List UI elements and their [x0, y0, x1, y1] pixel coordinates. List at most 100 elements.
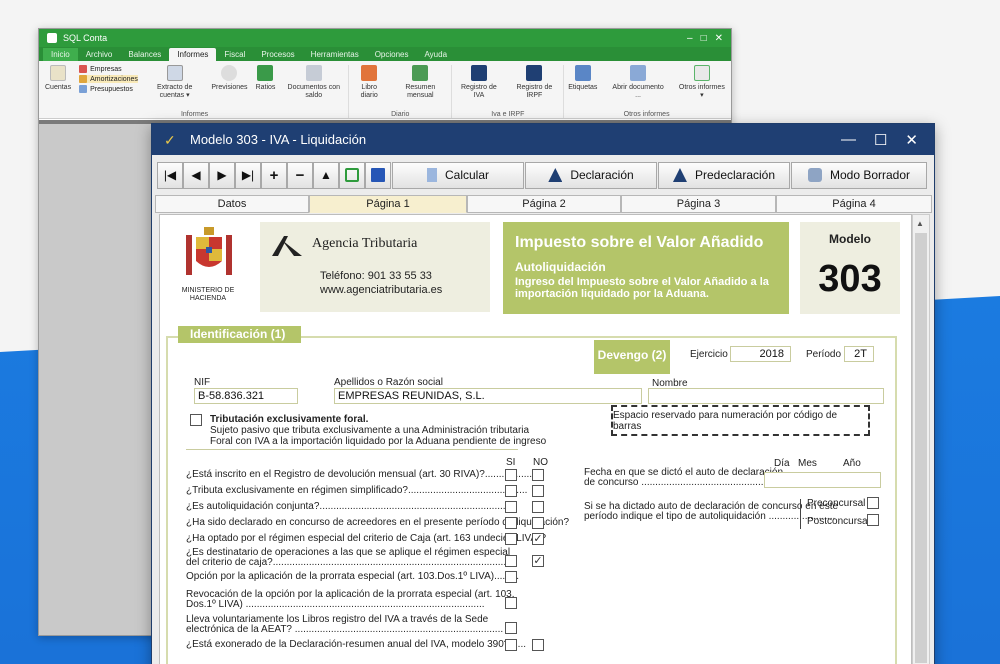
anio-label: Año [843, 458, 861, 469]
chart-icon [166, 65, 183, 81]
registro-irpf-button[interactable]: Registro de IRPF [505, 65, 563, 106]
delete-record-button[interactable]: − [287, 161, 313, 189]
si-checkbox[interactable] [505, 469, 517, 481]
presupuestos-icon [79, 85, 88, 93]
page-tabs: Datos Página 1 Página 2 Página 3 Página … [152, 195, 934, 213]
question-text: ¿Ha optado por el régimen especial del c… [186, 533, 547, 544]
ratios-button[interactable]: Ratios [252, 65, 280, 106]
save-button[interactable] [365, 161, 391, 189]
auto-label-2: período indique el tipo de autoliquidaci… [584, 511, 836, 522]
foral-checkbox[interactable] [190, 414, 202, 426]
si-checkbox[interactable] [505, 533, 517, 545]
no-checkbox[interactable]: ✓ [532, 533, 544, 545]
no-checkbox[interactable]: ✓ [532, 555, 544, 567]
postconcursal-checkbox[interactable] [867, 514, 879, 526]
fecha-field[interactable] [764, 472, 881, 488]
vertical-scrollbar[interactable]: ▲ [912, 214, 930, 664]
previsiones-button[interactable]: Previsiones [207, 65, 251, 106]
tab-datos[interactable]: Datos [155, 195, 309, 213]
menu-archivo[interactable]: Archivo [78, 48, 121, 61]
menu-herramientas[interactable]: Herramientas [303, 48, 367, 61]
periodo-field[interactable]: 2T [844, 346, 874, 362]
abrir-documento-button[interactable]: Abrir documento ... [601, 65, 674, 106]
extracto-button[interactable]: Extracto de cuentas ▾ [142, 65, 207, 106]
declaracion-button[interactable]: Declaración [525, 161, 657, 189]
scroll-up-icon[interactable]: ▲ [916, 219, 924, 228]
agencia-web: www.agenciatributaria.es [320, 284, 443, 296]
question-text: ¿Está inscrito en el Registro de devoluc… [186, 469, 535, 480]
last-record-button[interactable]: ▶| [235, 161, 261, 189]
menu-ayuda[interactable]: Ayuda [416, 48, 455, 61]
divider [186, 449, 518, 450]
menu-inicio[interactable]: Inicio [43, 48, 78, 61]
minimize-icon[interactable]: — [841, 131, 856, 149]
close-icon[interactable]: ✕ [715, 33, 723, 44]
cuentas-button[interactable]: Cuentas [41, 65, 75, 106]
si-checkbox[interactable] [505, 597, 517, 609]
si-checkbox[interactable] [505, 517, 517, 529]
razon-social-field[interactable]: EMPRESAS REUNIDAS, S.L. [334, 388, 642, 404]
libro-diario-button[interactable]: Libro diario [349, 65, 389, 106]
menu-fiscal[interactable]: Fiscal [216, 48, 253, 61]
question-text: del criterio de caja?...................… [186, 557, 509, 568]
menu-balances[interactable]: Balances [120, 48, 169, 61]
si-checkbox[interactable] [505, 555, 517, 567]
no-checkbox[interactable] [532, 485, 544, 497]
tab-pagina-2[interactable]: Página 2 [467, 195, 621, 213]
maximize-icon[interactable]: □ [701, 33, 707, 44]
documentos-button[interactable]: Documentos con saldo [279, 65, 348, 106]
si-checkbox[interactable] [505, 485, 517, 497]
next-record-button[interactable]: ▶ [209, 161, 235, 189]
documents-icon [305, 65, 322, 81]
tab-pagina-3[interactable]: Página 3 [621, 195, 776, 213]
si-checkbox[interactable] [505, 501, 517, 513]
tab-pagina-1[interactable]: Página 1 [309, 195, 467, 213]
plus-icon: + [269, 166, 279, 184]
agencia-logo-icon [526, 65, 543, 81]
resumen-mensual-button[interactable]: Resumen mensual [389, 65, 451, 106]
preconcursal-label: Preconcursal [807, 498, 866, 509]
add-record-button[interactable]: + [261, 161, 287, 189]
up-button[interactable]: ▲ [313, 161, 339, 189]
menu-opciones[interactable]: Opciones [367, 48, 417, 61]
close-icon[interactable]: ✕ [905, 131, 918, 149]
menu-procesos[interactable]: Procesos [253, 48, 302, 61]
ribbon-group-label: Iva e IRPF [491, 111, 525, 118]
registro-iva-button[interactable]: Registro de IVA [452, 65, 505, 106]
si-checkbox[interactable] [505, 571, 517, 583]
no-checkbox[interactable] [532, 501, 544, 513]
scroll-thumb[interactable] [915, 233, 927, 663]
nif-label: NIF [194, 377, 211, 388]
agencia-telefono: Teléfono: 901 33 55 33 [320, 270, 432, 282]
prev-record-button[interactable]: ◀ [183, 161, 209, 189]
maximize-icon[interactable]: ☐ [874, 131, 887, 149]
si-checkbox[interactable] [505, 639, 517, 651]
razon-social-label: Apellidos o Razón social [334, 377, 443, 388]
first-record-button[interactable]: |◀ [157, 161, 183, 189]
minimize-icon[interactable]: – [687, 33, 693, 44]
question-text: electrónica de la AEAT? ................… [186, 624, 504, 635]
no-checkbox[interactable] [532, 469, 544, 481]
no-checkbox[interactable] [532, 639, 544, 651]
empresas-button[interactable]: Empresas [79, 65, 138, 73]
menu-informes[interactable]: Informes [169, 48, 217, 61]
ejercicio-field[interactable]: 2018 [730, 346, 791, 362]
etiquetas-button[interactable]: Etiquetas [564, 65, 601, 106]
nif-field[interactable]: B-58.836.321 [194, 388, 298, 404]
calendar-icon [412, 65, 429, 81]
predeclaracion-button[interactable]: Predeclaración [658, 161, 790, 189]
no-checkbox[interactable] [532, 517, 544, 529]
tab-pagina-4[interactable]: Página 4 [776, 195, 932, 213]
presupuestos-button[interactable]: Presupuestos [79, 85, 138, 93]
agencia-logo-icon [470, 65, 487, 81]
sql-conta-titlebar: SQL Conta – □ ✕ [39, 29, 731, 47]
amortizaciones-button[interactable]: Amortizaciones [79, 75, 138, 83]
si-checkbox[interactable] [505, 622, 517, 634]
calcular-button[interactable]: Calcular [392, 161, 524, 189]
copy-button[interactable] [339, 161, 365, 189]
nombre-field[interactable] [648, 388, 884, 404]
preconcursal-checkbox[interactable] [867, 497, 879, 509]
otros-informes-button[interactable]: Otros informes ▾ [675, 65, 729, 106]
modelo-number: 303 [818, 258, 882, 300]
modo-borrador-button[interactable]: Modo Borrador [791, 161, 927, 189]
